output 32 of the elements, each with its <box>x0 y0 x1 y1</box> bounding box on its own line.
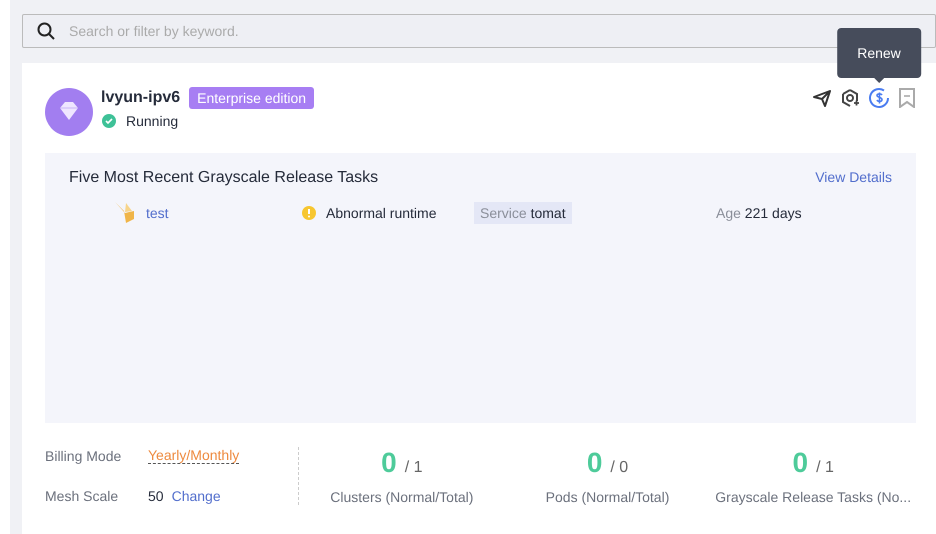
send-icon[interactable] <box>812 88 832 108</box>
task-status: Abnormal runtime <box>326 205 436 221</box>
total-count: / 1 <box>816 459 834 477</box>
total-count: / 0 <box>610 459 628 477</box>
status-text: Running <box>126 113 178 129</box>
bird-icon <box>114 201 136 225</box>
dollar-icon[interactable] <box>868 87 890 109</box>
task-link[interactable]: test <box>146 205 169 221</box>
tooltip: Renew <box>837 28 921 78</box>
search-field[interactable]: Search or filter by keyword. <box>22 14 936 48</box>
edition-tag: Enterprise edition <box>189 87 314 109</box>
service-tag: Service tomat <box>474 202 572 224</box>
task-age: Age 221 days <box>716 205 802 221</box>
hexagon-icon[interactable] <box>840 88 860 108</box>
field-value: 50 <box>148 488 164 504</box>
instance-name: lvyun-ipv6 <box>101 89 180 107</box>
billing-mode-value[interactable]: Yearly/Monthly <box>148 447 240 464</box>
panel-title: Five Most Recent Grayscale Release Tasks <box>69 169 378 187</box>
field-label: Mesh Scale <box>45 488 120 504</box>
view-details-link[interactable]: View Details <box>815 169 892 187</box>
normal-count: 0 <box>792 447 808 479</box>
stat-label: Clusters (Normal/Total) <box>330 489 474 505</box>
stat-label: Grayscale Release Tasks (No... <box>715 489 912 505</box>
stat-label: Pods (Normal/Total) <box>546 489 670 505</box>
tooltip-arrow-icon <box>874 78 884 83</box>
total-count: / 1 <box>404 459 423 477</box>
normal-count: 0 <box>381 447 397 479</box>
warning-icon <box>302 206 316 220</box>
field-label: Billing Mode <box>45 448 122 464</box>
check-icon <box>102 114 116 128</box>
normal-count: 0 <box>586 447 602 479</box>
change-link[interactable]: Change <box>172 488 221 504</box>
